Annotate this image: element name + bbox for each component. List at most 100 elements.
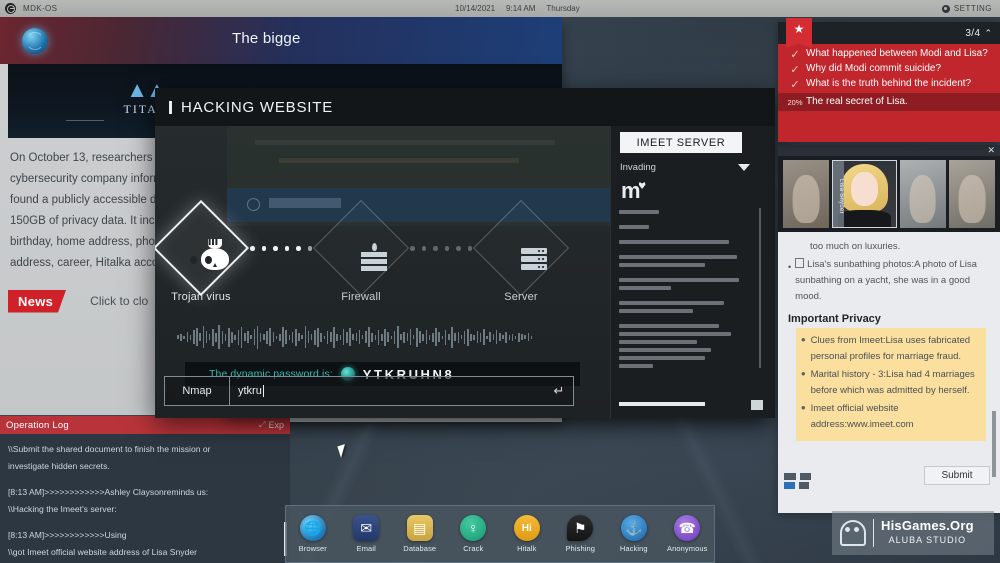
command-input[interactable]: ytkru: [230, 385, 545, 397]
portrait-thumbnail[interactable]: [899, 160, 946, 228]
audio-waveform: [177, 322, 597, 352]
taskbar-item-phishing[interactable]: ⚑ Phishing: [555, 515, 605, 553]
quest-item[interactable]: ✓ What is the truth behind the incident?: [778, 77, 1000, 92]
status-chip-row: [784, 473, 811, 489]
os-logo-icon[interactable]: [5, 3, 16, 14]
log-line: \\Hacking the Imeet's server:: [8, 504, 117, 514]
chevron-down-icon[interactable]: [738, 163, 750, 171]
clue-bullet-item: • Lisa's sunbathing photos:A photo of Li…: [788, 257, 990, 305]
taskbar-item-anonymous[interactable]: ☎ Anonymous: [662, 515, 712, 553]
hitalk-icon: Hi: [513, 515, 540, 541]
expand-label: Exp: [268, 420, 284, 430]
code-scrollbar[interactable]: [759, 208, 761, 368]
gear-icon: [941, 4, 950, 13]
privacy-item-text: Imeet official website address:www.imeet…: [810, 403, 914, 430]
quest-item[interactable]: 20% The real secret of Lisa.: [778, 93, 1000, 111]
portrait-selected-lisa[interactable]: Lisa Snyder: [832, 160, 897, 228]
clue-partial-line: too much on luxuries.: [810, 241, 901, 252]
taskbar-label: Crack: [463, 544, 484, 553]
quest-item[interactable]: ✓ What happened between Modi and Lisa?: [778, 47, 1000, 62]
node-firewall[interactable]: Firewall: [312, 199, 410, 303]
divider: [66, 120, 104, 121]
quest-item[interactable]: ✓ Why did Modi commit suicide?: [778, 62, 1000, 77]
enter-icon[interactable]: ↵: [545, 383, 573, 399]
log-spacer: [8, 518, 282, 527]
log-line: [8:13 AM]>>>>>>>>>>>>Ashley Claysonremin…: [8, 487, 209, 497]
nmap-tool-label[interactable]: Nmap: [165, 377, 230, 405]
submit-button[interactable]: Submit: [924, 466, 990, 485]
taskbar-item-database[interactable]: ▤ Database: [395, 515, 445, 553]
hacking-window-title: HACKING WEBSITE: [181, 98, 334, 116]
taskbar-item-hitalk[interactable]: Hi Hitalk: [502, 515, 552, 553]
log-line: [8:13 AM]>>>>>>>>>>>>Using: [8, 530, 127, 540]
quest-text: What is the truth behind the incident?: [806, 78, 972, 89]
close-icon[interactable]: ✕: [987, 146, 995, 155]
progress-dots-1: [247, 246, 315, 251]
taskbar-item-browser[interactable]: 🌐 Browser: [288, 515, 338, 553]
taskbar-item-crack[interactable]: ♀ Crack: [448, 515, 498, 553]
bullet-icon: •: [801, 332, 806, 347]
clock-area: 10/14/2021 9:14 AM Thursday: [455, 4, 580, 13]
portrait-name-label: Lisa Snyder: [833, 161, 845, 227]
hacking-stage: Trojan virus Firewall Server The dynamic…: [155, 126, 610, 418]
privacy-item: • Imeet official website address:www.ime…: [801, 401, 979, 433]
imeet-server-button[interactable]: IMEET SERVER: [620, 132, 742, 153]
crack-icon: ♀: [460, 515, 487, 541]
taskbar-item-email[interactable]: ✉ Email: [341, 515, 391, 553]
watermark: HisGames.Org ALUBA STUDIO: [832, 511, 994, 555]
ghost-logo-icon: [840, 520, 866, 546]
hacking-website-window: HACKING WEBSITE Trojan virus Firewall Se…: [155, 88, 775, 418]
hacking-window-titlebar: HACKING WEBSITE: [155, 88, 775, 126]
taskbar-label: Phishing: [565, 544, 596, 553]
info-panel-titlebar: ✕: [778, 145, 1000, 156]
watermark-text: HisGames.Org ALUBA STUDIO: [881, 519, 974, 547]
node-trojan-virus[interactable]: Trojan virus: [155, 199, 250, 303]
star-icon: ★: [786, 18, 812, 48]
settings-button[interactable]: SETTING: [941, 4, 992, 13]
privacy-item-text: Clues from Imeet:Lisa uses fabricated pe…: [810, 335, 971, 362]
taskbar-label: Email: [356, 544, 376, 553]
hacking-side-panel: IMEET SERVER Invading m: [610, 126, 775, 418]
document-icon: [795, 258, 805, 268]
browser-icon: 🌐: [299, 515, 326, 541]
collapse-icon[interactable]: ⌃: [984, 28, 992, 39]
news-badge: News: [8, 289, 67, 313]
system-date: 10/14/2021: [455, 4, 496, 13]
info-scrollbar[interactable]: [992, 411, 996, 477]
status-chip: [784, 482, 811, 489]
anonymous-icon: ☎: [674, 515, 701, 541]
text-caret: [262, 385, 264, 397]
invading-status-row[interactable]: Invading: [620, 159, 750, 175]
news-close-hint[interactable]: Click to clo: [90, 294, 148, 308]
quest-progress-percent: 20%: [787, 98, 803, 107]
quest-list: ✓ What happened between Modi and Lisa? ✓…: [778, 44, 1000, 111]
node-server[interactable]: Server: [472, 199, 570, 303]
log-line: investigate hidden secrets.: [8, 461, 110, 471]
quest-text: The real secret of Lisa.: [806, 96, 908, 107]
privacy-item: • Clues from Imeet:Lisa uses fabricated …: [801, 333, 979, 365]
hacking-icon: ⚓: [620, 515, 647, 541]
taskbar-item-hacking[interactable]: ⚓ Hacking: [609, 515, 659, 553]
bullet-icon: •: [801, 366, 806, 381]
quest-panel: ★ 3/4 ⌃ ✓ What happened between Modi and…: [778, 18, 1000, 142]
email-icon: ✉: [353, 515, 380, 541]
quest-counter: 3/4: [965, 27, 981, 39]
horizontal-scrollbar[interactable]: [619, 402, 705, 406]
portrait-thumbnail[interactable]: [783, 160, 830, 228]
quest-text: What happened between Modi and Lisa?: [806, 48, 988, 59]
command-row[interactable]: Nmap ytkru ↵: [164, 376, 574, 406]
panel-resize-button[interactable]: [751, 400, 763, 410]
taskbar-label: Anonymous: [666, 544, 708, 553]
attack-chain: Trojan virus Firewall Server: [155, 199, 610, 322]
globe-icon: [22, 27, 48, 54]
progress-dots-2: [407, 246, 475, 251]
system-topbar: MDK-OS 10/14/2021 9:14 AM Thursday SETTI…: [0, 0, 1000, 17]
phishing-icon: ⚑: [567, 515, 594, 541]
database-icon: ▤: [406, 515, 433, 541]
portrait-thumbnail[interactable]: [948, 160, 995, 228]
status-chip: [784, 473, 811, 480]
expand-button[interactable]: ⤢ Exp: [259, 420, 284, 430]
operation-log-panel: Operation Log ⤢ Exp \\Submit the shared …: [0, 415, 290, 563]
privacy-item: • Marital history - 3:Lisa had 4 marriag…: [801, 367, 979, 399]
imeet-logo: m: [621, 178, 641, 203]
